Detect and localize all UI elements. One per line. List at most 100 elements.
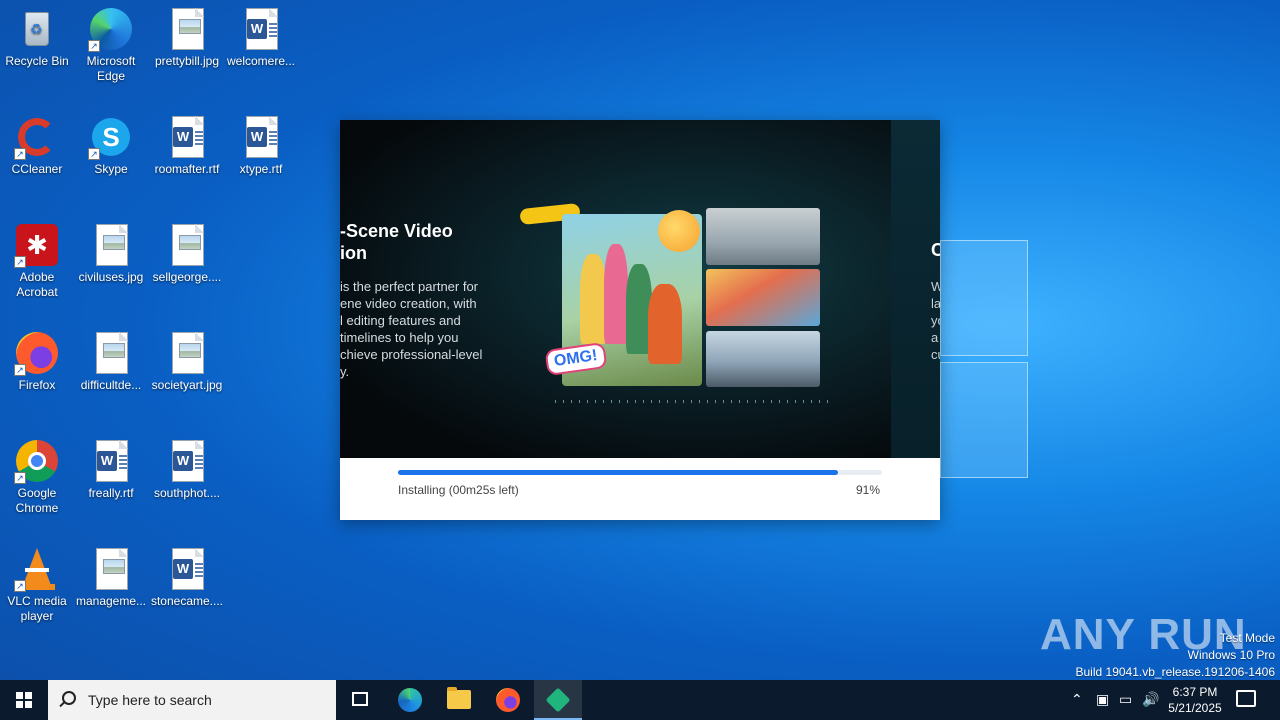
next-slide-peek: C Wlayoacu: [891, 120, 940, 458]
desktop-icon-label: prettybill.jpg: [154, 54, 220, 68]
desktop-icon[interactable]: prettybill.jpg: [150, 6, 224, 69]
desktop-icon-label: southphot....: [153, 486, 221, 500]
image-file-icon: [164, 330, 210, 376]
collage-tile-landscape: [706, 331, 820, 387]
desktop-icon[interactable]: civiluses.jpg: [74, 222, 148, 285]
progress-status: Installing (00m25s left): [398, 483, 519, 497]
desktop-icon-label: manageme...: [75, 594, 147, 608]
chevron-up-icon[interactable]: ⌃: [1071, 692, 1083, 708]
desktop-icon-label: societyart.jpg: [151, 378, 223, 392]
desktop-icon[interactable]: Wfreally.rtf: [74, 438, 148, 501]
desktop-icon[interactable]: ↗ Firefox: [0, 330, 74, 393]
word-doc-icon: W: [238, 6, 284, 52]
slide-description-line: l editing features and: [340, 313, 461, 328]
taskbar-search[interactable]: Type here to search: [48, 680, 336, 720]
edge-icon: [398, 688, 422, 712]
collage-tile-man-laptop: [706, 208, 820, 265]
chrome-icon: ↗: [14, 438, 60, 484]
windows-start-icon: [16, 692, 32, 708]
image-file-icon: [88, 330, 134, 376]
taskbar-edge[interactable]: [386, 680, 434, 720]
collage-tile-group-selfie: [706, 269, 820, 326]
build-info: Test Mode Windows 10 Pro Build 19041.vb_…: [1075, 631, 1276, 679]
desktop-icon[interactable]: Wsouthphot....: [150, 438, 224, 501]
desktop-icon[interactable]: ↗ VLC media player: [0, 546, 74, 624]
edge-icon: ↗: [88, 6, 134, 52]
network-icon[interactable]: ▭: [1119, 692, 1132, 708]
progress-bar: [398, 470, 882, 475]
image-file-icon: [164, 6, 210, 52]
meet-now-icon[interactable]: ▣: [1096, 692, 1109, 708]
desktop-icon[interactable]: ♻ Recycle Bin: [0, 6, 74, 69]
desktop-icon[interactable]: S ↗ Skype: [74, 114, 148, 177]
desktop-icon[interactable]: ✱ ↗ Adobe Acrobat: [0, 222, 74, 300]
taskbar-installer[interactable]: [534, 680, 582, 720]
recycle-bin-icon: ♻: [14, 6, 60, 52]
desktop-icon-label: Microsoft Edge: [86, 54, 136, 83]
desktop-icon-label: welcomere...: [226, 54, 296, 68]
desktop-icon-label: difficultde...: [80, 378, 142, 392]
star-eyes-emoji-icon: [658, 210, 700, 252]
desktop-icon-label: CCleaner: [11, 162, 63, 176]
desktop-icon[interactable]: Wroomafter.rtf: [150, 114, 224, 177]
firefox-icon: [496, 688, 520, 712]
notification-center-icon[interactable]: [1236, 690, 1256, 707]
taskbar-file-explorer[interactable]: [435, 680, 483, 720]
desktop-icon-label: freally.rtf: [88, 486, 134, 500]
folder-icon: [447, 687, 471, 709]
start-button[interactable]: [0, 680, 48, 720]
desktop-icon[interactable]: societyart.jpg: [150, 330, 224, 393]
next-slide-line: W: [931, 279, 940, 294]
desktop-icon[interactable]: ↗ CCleaner: [0, 114, 74, 177]
vlc-icon: ↗: [14, 546, 60, 592]
desktop-icon-label: Adobe Acrobat: [16, 270, 58, 299]
desktop-icon-label: Google Chrome: [15, 486, 59, 515]
desktop-icon[interactable]: ↗ Google Chrome: [0, 438, 74, 516]
desktop-icon-label: sellgeorge....: [152, 270, 222, 284]
skype-icon: S ↗: [88, 114, 134, 160]
acrobat-icon: ✱ ↗: [14, 222, 60, 268]
progress-percent: 91%: [855, 483, 880, 497]
desktop-icon[interactable]: difficultde...: [74, 330, 148, 393]
installer-slide: -Scene Video ion is the perfect partner …: [340, 120, 940, 458]
timeline-ruler: [555, 400, 830, 403]
taskbar-firefox[interactable]: [484, 680, 532, 720]
slide-description-line: chieve professional-level: [340, 347, 483, 362]
installer-window: -Scene Video ion is the perfect partner …: [340, 120, 940, 520]
desktop-icon-label: roomafter.rtf: [154, 162, 220, 176]
desktop-icon[interactable]: sellgeorge....: [150, 222, 224, 285]
slide-description: is the perfect partner for ene video crea…: [340, 278, 500, 380]
desktop-icon[interactable]: ↗ Microsoft Edge: [74, 6, 148, 84]
slide-description-line: timelines to help you: [340, 330, 459, 345]
desktop-icon[interactable]: Wstonecame....: [150, 546, 224, 609]
desktop-icon-label: stonecame....: [150, 594, 224, 608]
image-file-icon: [88, 222, 134, 268]
slide-title: -Scene Video ion: [340, 221, 453, 263]
next-slide-line: yo: [931, 313, 940, 328]
word-doc-icon: W: [238, 114, 284, 160]
slide-description-line: ene video creation, with: [340, 296, 477, 311]
task-view-icon: [352, 692, 368, 706]
desktop-icon[interactable]: Wwelcomere...: [224, 6, 298, 69]
installer-app-icon: [545, 687, 571, 713]
ccleaner-icon: ↗: [14, 114, 60, 160]
firefox-icon: ↗: [14, 330, 60, 376]
desktop-icon-label: Skype: [94, 162, 128, 176]
task-view-button[interactable]: [336, 680, 384, 720]
next-slide-line: a: [931, 330, 939, 345]
taskbar-clock[interactable]: 6:37 PM 5/21/2025: [1164, 684, 1226, 716]
image-file-icon: [164, 222, 210, 268]
desktop-icon-label: civiluses.jpg: [78, 270, 144, 284]
progress-bar-fill: [398, 470, 839, 475]
volume-icon[interactable]: 🔊: [1142, 692, 1159, 708]
search-icon: [62, 691, 76, 705]
desktop-icon[interactable]: manageme...: [74, 546, 148, 609]
desktop-icon[interactable]: Wxtype.rtf: [224, 114, 298, 177]
desktop-icon-label: Firefox: [18, 378, 56, 392]
word-doc-icon: W: [164, 114, 210, 160]
word-doc-icon: W: [164, 546, 210, 592]
word-doc-icon: W: [88, 438, 134, 484]
progress-section: Installing (00m25s left) 91%: [340, 458, 940, 520]
desktop-icon-label: VLC media player: [7, 594, 67, 623]
search-placeholder: Type here to search: [88, 692, 212, 708]
